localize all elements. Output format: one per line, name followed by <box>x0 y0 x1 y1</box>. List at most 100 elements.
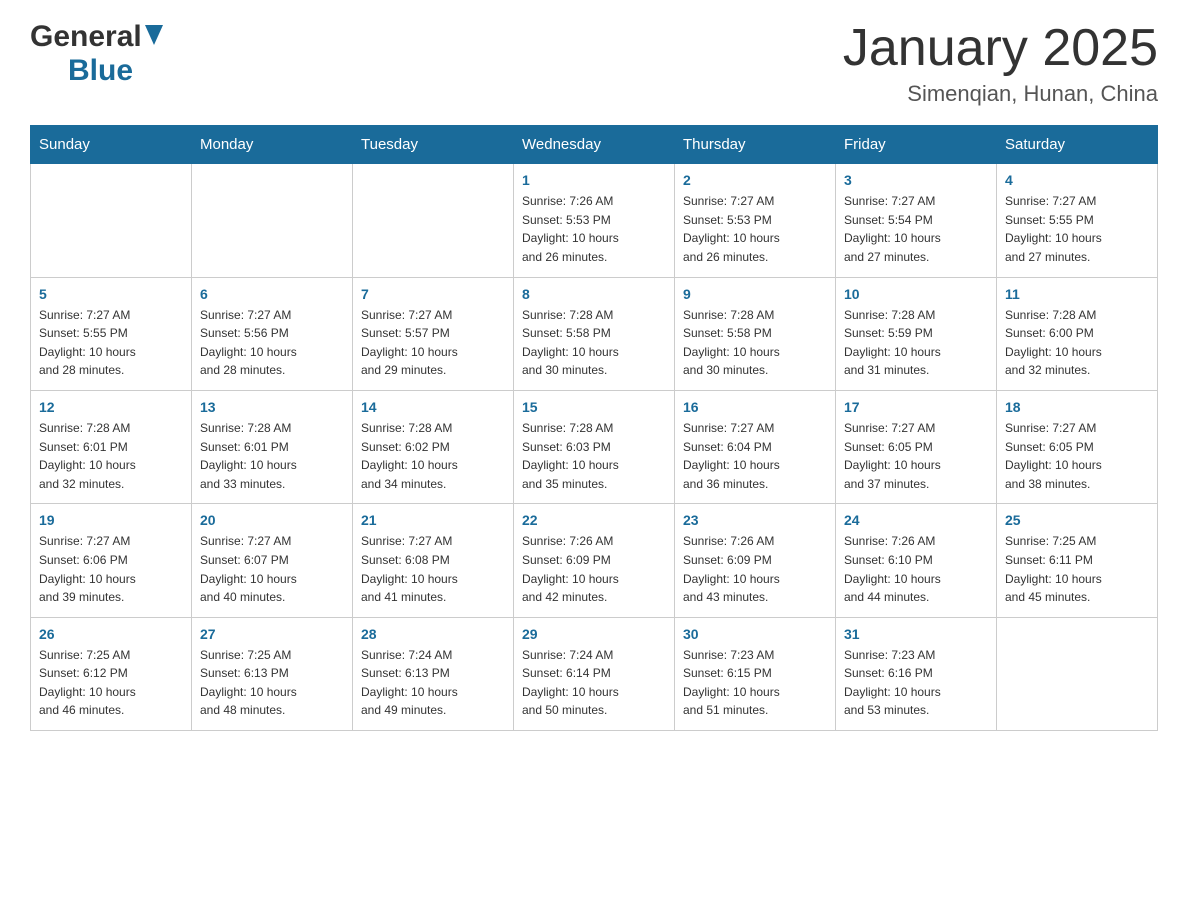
day-info: Sunrise: 7:28 AMSunset: 5:59 PMDaylight:… <box>844 306 988 380</box>
day-number: 8 <box>522 286 666 302</box>
calendar-week-row: 19 Sunrise: 7:27 AMSunset: 6:06 PMDayligh… <box>31 504 1158 617</box>
day-number: 23 <box>683 512 827 528</box>
calendar-week-row: 5 Sunrise: 7:27 AMSunset: 5:55 PMDaylight… <box>31 277 1158 390</box>
day-info: Sunrise: 7:27 AMSunset: 6:05 PMDaylight:… <box>844 419 988 493</box>
location-title: Simenqian, Hunan, China <box>843 81 1158 107</box>
calendar-cell: 12 Sunrise: 7:28 AMSunset: 6:01 PMDayligh… <box>31 390 192 503</box>
calendar-cell: 31 Sunrise: 7:23 AMSunset: 6:16 PMDayligh… <box>836 617 997 730</box>
calendar-header: SundayMondayTuesdayWednesdayThursdayFrid… <box>31 126 1158 164</box>
calendar-cell: 19 Sunrise: 7:27 AMSunset: 6:06 PMDayligh… <box>31 504 192 617</box>
day-number: 7 <box>361 286 505 302</box>
title-block: January 2025 Simenqian, Hunan, China <box>843 20 1158 107</box>
calendar-cell: 14 Sunrise: 7:28 AMSunset: 6:02 PMDayligh… <box>353 390 514 503</box>
day-info: Sunrise: 7:24 AMSunset: 6:14 PMDaylight:… <box>522 646 666 720</box>
weekday-header-saturday: Saturday <box>997 126 1158 164</box>
day-info: Sunrise: 7:26 AMSunset: 6:10 PMDaylight:… <box>844 532 988 606</box>
day-number: 22 <box>522 512 666 528</box>
day-number: 1 <box>522 172 666 188</box>
weekday-header-row: SundayMondayTuesdayWednesdayThursdayFrid… <box>31 126 1158 164</box>
day-info: Sunrise: 7:23 AMSunset: 6:15 PMDaylight:… <box>683 646 827 720</box>
weekday-header-tuesday: Tuesday <box>353 126 514 164</box>
calendar-cell: 29 Sunrise: 7:24 AMSunset: 6:14 PMDayligh… <box>514 617 675 730</box>
weekday-header-wednesday: Wednesday <box>514 126 675 164</box>
day-info: Sunrise: 7:23 AMSunset: 6:16 PMDaylight:… <box>844 646 988 720</box>
calendar-cell: 20 Sunrise: 7:27 AMSunset: 6:07 PMDayligh… <box>192 504 353 617</box>
day-info: Sunrise: 7:28 AMSunset: 6:01 PMDaylight:… <box>200 419 344 493</box>
day-number: 31 <box>844 626 988 642</box>
calendar-cell: 15Sunrise: 7:28 AMSunset: 6:03 PMDayligh… <box>514 390 675 503</box>
calendar-cell: 18 Sunrise: 7:27 AMSunset: 6:05 PMDayligh… <box>997 390 1158 503</box>
calendar-cell: 8 Sunrise: 7:28 AMSunset: 5:58 PMDaylight… <box>514 277 675 390</box>
day-info: Sunrise: 7:27 AMSunset: 6:06 PMDaylight:… <box>39 532 183 606</box>
calendar-cell <box>353 164 514 277</box>
day-info: Sunrise: 7:27 AMSunset: 6:05 PMDaylight:… <box>1005 419 1149 493</box>
day-number: 16 <box>683 399 827 415</box>
day-info: Sunrise: 7:27 AMSunset: 6:08 PMDaylight:… <box>361 532 505 606</box>
logo-arrow-icon <box>145 25 163 50</box>
weekday-header-thursday: Thursday <box>675 126 836 164</box>
day-number: 9 <box>683 286 827 302</box>
day-info: Sunrise: 7:27 AMSunset: 5:53 PMDaylight:… <box>683 192 827 266</box>
weekday-header-monday: Monday <box>192 126 353 164</box>
calendar-cell: 23Sunrise: 7:26 AMSunset: 6:09 PMDayligh… <box>675 504 836 617</box>
calendar-body: 1 Sunrise: 7:26 AMSunset: 5:53 PMDaylight… <box>31 164 1158 731</box>
day-number: 3 <box>844 172 988 188</box>
calendar-cell <box>192 164 353 277</box>
day-number: 20 <box>200 512 344 528</box>
calendar-cell: 26Sunrise: 7:25 AMSunset: 6:12 PMDayligh… <box>31 617 192 730</box>
day-number: 6 <box>200 286 344 302</box>
weekday-header-sunday: Sunday <box>31 126 192 164</box>
day-info: Sunrise: 7:26 AMSunset: 6:09 PMDaylight:… <box>522 532 666 606</box>
day-info: Sunrise: 7:27 AMSunset: 5:56 PMDaylight:… <box>200 306 344 380</box>
day-info: Sunrise: 7:27 AMSunset: 5:55 PMDaylight:… <box>1005 192 1149 266</box>
month-title: January 2025 <box>843 20 1158 77</box>
day-info: Sunrise: 7:27 AMSunset: 6:07 PMDaylight:… <box>200 532 344 606</box>
day-info: Sunrise: 7:28 AMSunset: 5:58 PMDaylight:… <box>522 306 666 380</box>
calendar-cell <box>31 164 192 277</box>
day-info: Sunrise: 7:24 AMSunset: 6:13 PMDaylight:… <box>361 646 505 720</box>
logo: General Blue <box>30 20 163 88</box>
logo-blue-text: Blue <box>68 54 133 87</box>
day-info: Sunrise: 7:28 AMSunset: 6:00 PMDaylight:… <box>1005 306 1149 380</box>
calendar-cell: 30 Sunrise: 7:23 AMSunset: 6:15 PMDayligh… <box>675 617 836 730</box>
calendar-cell: 6 Sunrise: 7:27 AMSunset: 5:56 PMDaylight… <box>192 277 353 390</box>
day-number: 15 <box>522 399 666 415</box>
day-info: Sunrise: 7:27 AMSunset: 6:04 PMDaylight:… <box>683 419 827 493</box>
calendar-week-row: 1 Sunrise: 7:26 AMSunset: 5:53 PMDaylight… <box>31 164 1158 277</box>
day-number: 19 <box>39 512 183 528</box>
day-info: Sunrise: 7:28 AMSunset: 6:02 PMDaylight:… <box>361 419 505 493</box>
calendar-table: SundayMondayTuesdayWednesdayThursdayFrid… <box>30 125 1158 731</box>
day-number: 12 <box>39 399 183 415</box>
calendar-cell: 9 Sunrise: 7:28 AMSunset: 5:58 PMDaylight… <box>675 277 836 390</box>
day-number: 30 <box>683 626 827 642</box>
day-number: 11 <box>1005 286 1149 302</box>
page-header: General Blue January 2025 Simenqian, Hun… <box>30 20 1158 107</box>
day-number: 4 <box>1005 172 1149 188</box>
day-number: 10 <box>844 286 988 302</box>
calendar-cell: 10 Sunrise: 7:28 AMSunset: 5:59 PMDayligh… <box>836 277 997 390</box>
day-number: 21 <box>361 512 505 528</box>
day-info: Sunrise: 7:27 AMSunset: 5:57 PMDaylight:… <box>361 306 505 380</box>
day-info: Sunrise: 7:25 AMSunset: 6:13 PMDaylight:… <box>200 646 344 720</box>
day-number: 29 <box>522 626 666 642</box>
day-number: 5 <box>39 286 183 302</box>
calendar-week-row: 12 Sunrise: 7:28 AMSunset: 6:01 PMDayligh… <box>31 390 1158 503</box>
day-info: Sunrise: 7:28 AMSunset: 5:58 PMDaylight:… <box>683 306 827 380</box>
calendar-cell: 16 Sunrise: 7:27 AMSunset: 6:04 PMDayligh… <box>675 390 836 503</box>
day-info: Sunrise: 7:27 AMSunset: 5:54 PMDaylight:… <box>844 192 988 266</box>
day-number: 14 <box>361 399 505 415</box>
day-number: 28 <box>361 626 505 642</box>
calendar-week-row: 26Sunrise: 7:25 AMSunset: 6:12 PMDayligh… <box>31 617 1158 730</box>
day-info: Sunrise: 7:27 AMSunset: 5:55 PMDaylight:… <box>39 306 183 380</box>
logo-general-text: General <box>30 20 142 54</box>
calendar-cell: 1 Sunrise: 7:26 AMSunset: 5:53 PMDaylight… <box>514 164 675 277</box>
calendar-cell: 25Sunrise: 7:25 AMSunset: 6:11 PMDayligh… <box>997 504 1158 617</box>
day-number: 24 <box>844 512 988 528</box>
day-info: Sunrise: 7:28 AMSunset: 6:01 PMDaylight:… <box>39 419 183 493</box>
calendar-cell: 5 Sunrise: 7:27 AMSunset: 5:55 PMDaylight… <box>31 277 192 390</box>
day-info: Sunrise: 7:26 AMSunset: 5:53 PMDaylight:… <box>522 192 666 266</box>
calendar-cell: 24 Sunrise: 7:26 AMSunset: 6:10 PMDayligh… <box>836 504 997 617</box>
calendar-cell: 27Sunrise: 7:25 AMSunset: 6:13 PMDayligh… <box>192 617 353 730</box>
day-info: Sunrise: 7:25 AMSunset: 6:11 PMDaylight:… <box>1005 532 1149 606</box>
day-number: 18 <box>1005 399 1149 415</box>
